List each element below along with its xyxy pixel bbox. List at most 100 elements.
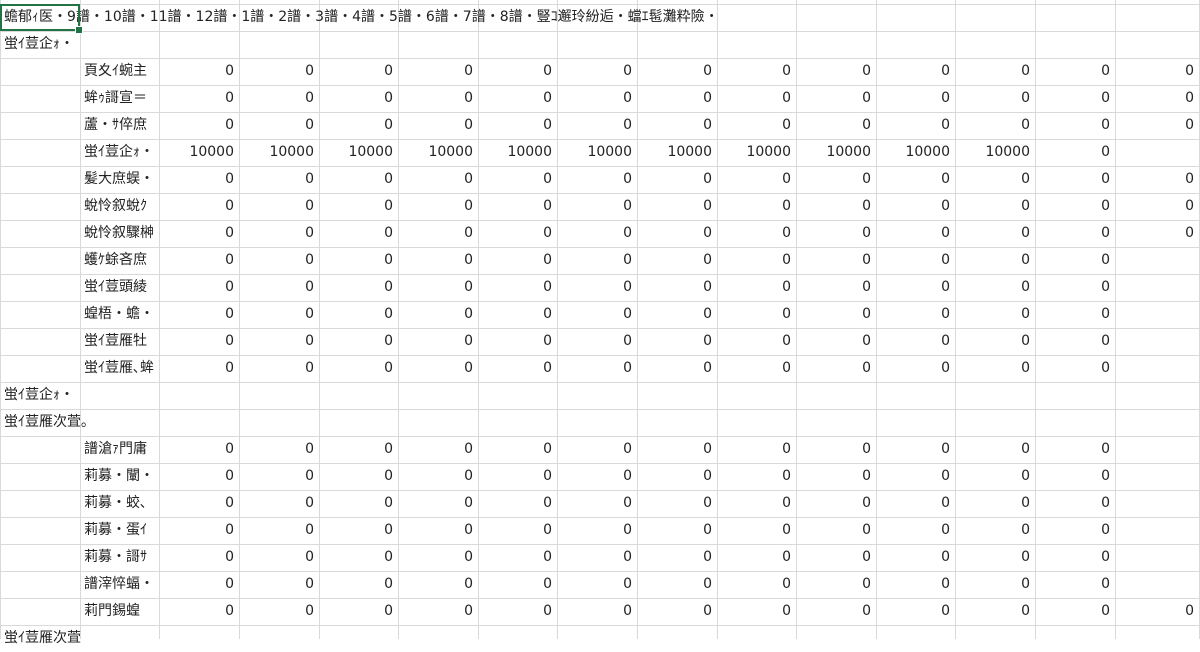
value-cell[interactable]: 0 [557,85,637,112]
row-label-cell[interactable]: 蛻怜叙驟榊 [80,220,159,247]
value-cell[interactable]: 0 [955,58,1035,85]
value-cell[interactable]: 0 [239,274,319,301]
value-cell[interactable]: 0 [717,247,796,274]
value-cell[interactable]: 0 [557,355,637,382]
value-cell[interactable]: 0 [398,463,478,490]
row-label-cell[interactable]: 蠖ｹ蜍吝庶 [80,247,159,274]
row-label-cell[interactable]: 頁夊ｲ蜿主 [80,58,159,85]
value-cell[interactable]: 0 [955,355,1035,382]
value-cell[interactable]: 0 [876,274,955,301]
value-cell[interactable]: 10000 [637,139,717,166]
value-cell[interactable]: 0 [955,517,1035,544]
value-cell[interactable]: 0 [637,328,717,355]
value-cell[interactable]: 0 [239,598,319,625]
value-cell[interactable]: 0 [478,220,557,247]
value-cell[interactable]: 0 [398,328,478,355]
value-cell[interactable]: 0 [637,85,717,112]
value-cell[interactable]: 0 [1035,112,1115,139]
value-cell[interactable]: 0 [1035,58,1115,85]
value-cell[interactable]: 0 [398,436,478,463]
value-cell[interactable]: 0 [478,463,557,490]
row-label-cell[interactable]: 蝗梧・蟾・ [80,301,159,328]
value-cell[interactable]: 0 [319,112,398,139]
value-cell[interactable]: 0 [717,517,796,544]
value-cell[interactable]: 0 [955,436,1035,463]
value-cell[interactable]: 0 [637,166,717,193]
value-cell[interactable]: 0 [398,166,478,193]
row-label-cell[interactable]: 蛍ｲ荳頭綾 [80,274,159,301]
value-cell[interactable]: 0 [478,490,557,517]
value-cell[interactable]: 0 [876,193,955,220]
value-cell[interactable]: 0 [159,517,239,544]
value-cell[interactable]: 0 [796,220,876,247]
value-cell[interactable]: 0 [637,193,717,220]
row-label-cell[interactable]: 蛍ｲ荳雁牡 [80,328,159,355]
value-cell[interactable]: 0 [478,112,557,139]
value-cell[interactable]: 0 [159,328,239,355]
value-cell[interactable]: 0 [876,328,955,355]
value-cell[interactable]: 0 [717,328,796,355]
value-cell[interactable]: 0 [1035,193,1115,220]
value-cell[interactable]: 0 [239,85,319,112]
value-cell[interactable]: 0 [159,193,239,220]
value-cell[interactable]: 0 [796,544,876,571]
value-cell[interactable]: 0 [1035,436,1115,463]
value-cell[interactable]: 0 [955,301,1035,328]
value-cell[interactable]: 0 [717,58,796,85]
value-cell[interactable]: 0 [319,355,398,382]
row-label-cell[interactable]: 莉募・蛋ｲ [80,517,159,544]
value-cell[interactable]: 0 [239,436,319,463]
section-label-cell[interactable]: 蛍ｲ荳企ｫ・ [0,382,240,409]
value-cell[interactable]: 0 [876,301,955,328]
value-cell[interactable]: 0 [557,166,637,193]
value-cell[interactable]: 0 [159,598,239,625]
value-cell[interactable]: 0 [239,463,319,490]
value-cell[interactable]: 0 [398,247,478,274]
value-cell[interactable]: 0 [1035,301,1115,328]
value-cell[interactable]: 0 [478,301,557,328]
value-cell[interactable]: 0 [239,247,319,274]
value-cell[interactable]: 0 [955,112,1035,139]
value-cell[interactable]: 0 [1035,220,1115,247]
value-cell[interactable]: 10000 [159,139,239,166]
value-cell[interactable]: 0 [478,58,557,85]
value-cell[interactable]: 0 [955,274,1035,301]
value-cell[interactable] [1115,436,1199,463]
value-cell[interactable]: 10000 [796,139,876,166]
value-cell[interactable]: 0 [398,112,478,139]
value-cell[interactable]: 0 [319,85,398,112]
value-cell[interactable]: 0 [319,571,398,598]
value-cell[interactable] [1115,328,1199,355]
value-cell[interactable]: 0 [478,166,557,193]
value-cell[interactable]: 0 [398,544,478,571]
value-cell[interactable]: 0 [557,274,637,301]
value-cell[interactable]: 0 [1035,517,1115,544]
value-cell[interactable]: 0 [1115,166,1199,193]
value-cell[interactable]: 0 [796,193,876,220]
value-cell[interactable]: 0 [717,112,796,139]
value-cell[interactable]: 10000 [557,139,637,166]
value-cell[interactable]: 0 [319,517,398,544]
value-cell[interactable]: 0 [955,193,1035,220]
value-cell[interactable]: 0 [239,112,319,139]
value-cell[interactable]: 0 [319,544,398,571]
row-label-cell[interactable]: 蘆・ｻ倅庶 [80,112,159,139]
row-label-cell[interactable]: 蛻怜叙蛻ｸ [80,193,159,220]
value-cell[interactable]: 0 [159,544,239,571]
value-cell[interactable]: 0 [478,193,557,220]
value-cell[interactable]: 0 [319,301,398,328]
row-label-cell[interactable]: 譜滄ｧ門庸 [80,436,159,463]
value-cell[interactable]: 0 [159,274,239,301]
value-cell[interactable] [1115,544,1199,571]
value-cell[interactable]: 0 [239,517,319,544]
value-cell[interactable]: 0 [478,517,557,544]
value-cell[interactable]: 10000 [717,139,796,166]
value-cell[interactable] [1115,571,1199,598]
value-cell[interactable] [1115,463,1199,490]
value-cell[interactable]: 0 [159,436,239,463]
value-cell[interactable]: 0 [1115,112,1199,139]
value-cell[interactable]: 0 [876,436,955,463]
row-label-cell[interactable]: 髪大庶蜈・ [80,166,159,193]
value-cell[interactable] [1115,274,1199,301]
value-cell[interactable]: 10000 [955,139,1035,166]
